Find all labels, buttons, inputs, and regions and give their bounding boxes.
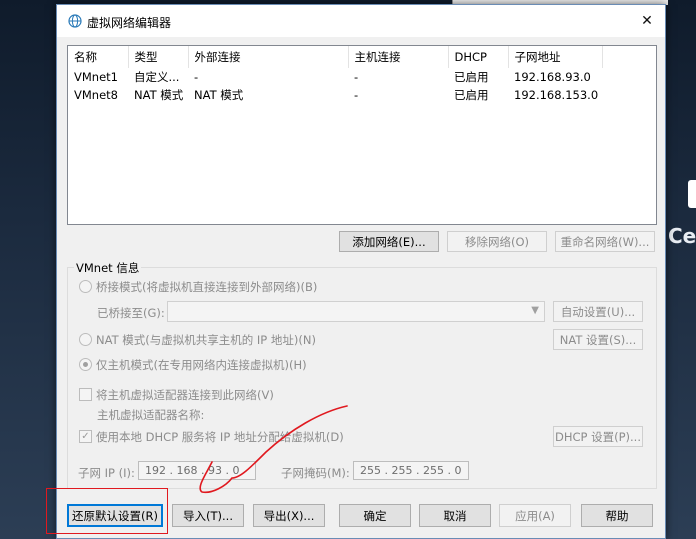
annotation-arrow-stroke [199, 405, 348, 494]
